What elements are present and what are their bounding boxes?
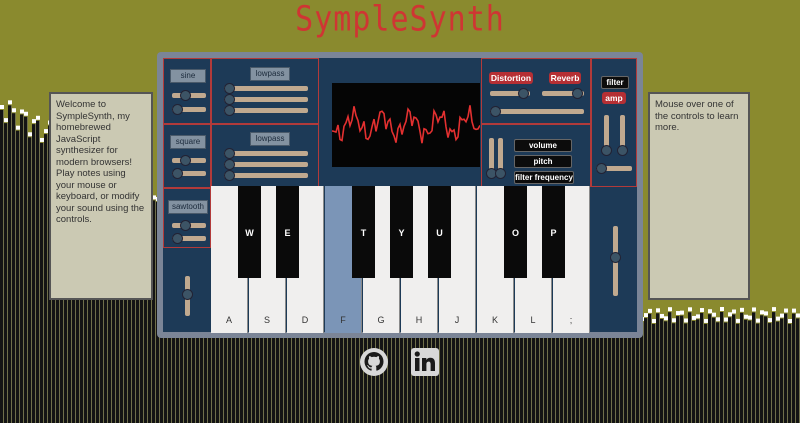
- pitch-bend-slider[interactable]: [610, 226, 621, 296]
- lowpass-1-slider-3[interactable]: [224, 105, 308, 116]
- key-w[interactable]: W: [238, 186, 261, 278]
- sine-button[interactable]: sine: [170, 69, 206, 83]
- synth-inner: sine lowpass square lowpass sawtooth Dis…: [163, 58, 637, 333]
- lowpass-1-button[interactable]: lowpass: [250, 67, 290, 81]
- distortion-button[interactable]: Distortion: [489, 72, 533, 84]
- key-e[interactable]: E: [276, 186, 299, 278]
- waveform: [331, 105, 481, 144]
- oscilloscope: [331, 83, 481, 167]
- lowpass-2-section: lowpass: [211, 124, 319, 188]
- lfo-slider-2[interactable]: [617, 115, 628, 156]
- lfo-section: filter amp: [591, 58, 637, 187]
- lfo-amp-button[interactable]: amp: [602, 92, 626, 104]
- key-o[interactable]: O: [504, 186, 527, 278]
- envelope-slider-2[interactable]: [495, 138, 506, 179]
- osc-square-section: square: [163, 124, 211, 188]
- volume-label[interactable]: volume: [514, 139, 572, 152]
- linkedin-icon[interactable]: [410, 347, 440, 377]
- key-t[interactable]: T: [352, 186, 375, 278]
- lowpass-1-slider-1[interactable]: [224, 83, 308, 94]
- square-slider-1[interactable]: [172, 155, 206, 166]
- reverb-slider-2[interactable]: [542, 88, 584, 99]
- reverb-slider-1[interactable]: [490, 106, 584, 117]
- envelope-section: volume pitch filter frequency: [481, 124, 591, 187]
- lfo-rate-slider[interactable]: [596, 163, 632, 174]
- github-icon[interactable]: [359, 347, 389, 377]
- sawtooth-slider-2[interactable]: [172, 233, 206, 244]
- osc-sawtooth-section: sawtooth: [163, 188, 211, 248]
- distortion-slider[interactable]: [490, 88, 530, 99]
- welcome-panel: Welcome to SympleSynth, my homebrewed Ja…: [49, 92, 153, 300]
- lowpass-2-slider-1[interactable]: [224, 148, 308, 159]
- synth-body: sine lowpass square lowpass sawtooth Dis…: [157, 52, 643, 338]
- lowpass-2-button[interactable]: lowpass: [250, 132, 290, 146]
- master-volume-slider[interactable]: [182, 276, 193, 316]
- lfo-slider-1[interactable]: [601, 115, 612, 156]
- key-u[interactable]: U: [428, 186, 451, 278]
- key-p[interactable]: P: [542, 186, 565, 278]
- effects-section: Distortion Reverb: [481, 58, 591, 124]
- keyboard: A S D F G H J K L ; W E T Y U O P: [211, 186, 590, 333]
- sawtooth-button[interactable]: sawtooth: [168, 200, 208, 214]
- lowpass-1-slider-2[interactable]: [224, 94, 308, 105]
- lowpass-2-slider-3[interactable]: [224, 170, 308, 181]
- app-title: SympleSynth: [295, 0, 505, 40]
- square-slider-2[interactable]: [172, 168, 206, 179]
- envelope-slider-1[interactable]: [486, 138, 497, 179]
- filter-frequency-label[interactable]: filter frequency: [514, 171, 574, 184]
- sawtooth-slider-1[interactable]: [172, 220, 206, 231]
- key-y[interactable]: Y: [390, 186, 413, 278]
- sine-slider-1[interactable]: [172, 90, 206, 101]
- lowpass-1-section: lowpass: [211, 58, 319, 124]
- help-panel: Mouse over one of the controls to learn …: [648, 92, 750, 300]
- lowpass-2-slider-2[interactable]: [224, 159, 308, 170]
- sine-slider-2[interactable]: [172, 104, 206, 115]
- reverb-button[interactable]: Reverb: [549, 72, 581, 84]
- square-button[interactable]: square: [170, 135, 206, 149]
- pitch-label[interactable]: pitch: [514, 155, 572, 168]
- lfo-filter-button[interactable]: filter: [601, 76, 629, 89]
- osc-sine-section: sine: [163, 58, 211, 124]
